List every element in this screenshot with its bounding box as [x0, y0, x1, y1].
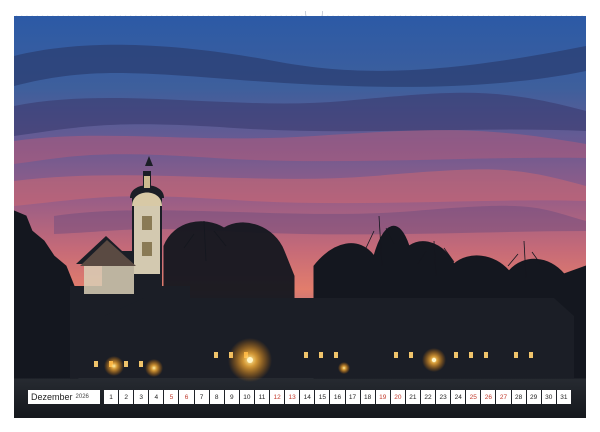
month-year: 2026	[75, 394, 89, 400]
day-cell: 22	[420, 390, 436, 404]
day-cell: 31	[556, 390, 571, 404]
photo-church-dusk	[14, 16, 586, 418]
day-cell: 9	[224, 390, 239, 404]
day-cells: 1 2 3 4 5 6 7 8 9 10 11 12 13 14 15 16 17 18 19 20 21 22 23 24 2…	[104, 390, 572, 404]
month-label: Dezember 2026	[28, 390, 100, 404]
day-cell: 25	[466, 390, 481, 404]
day-cell: 3	[134, 390, 149, 404]
day-cell: 30	[541, 390, 556, 404]
day-cell: 1	[104, 390, 119, 404]
month-name: Dezember	[31, 392, 73, 402]
day-cell: 14	[300, 390, 315, 404]
day-cell: 6	[179, 390, 194, 404]
day-cell: 15	[315, 390, 330, 404]
day-cell: 19	[375, 390, 390, 404]
day-cell: 20	[390, 390, 405, 404]
day-cell: 21	[405, 390, 420, 404]
day-cell: 26	[481, 390, 496, 404]
day-cell: 13	[285, 390, 300, 404]
day-cell: 27	[496, 390, 511, 404]
day-cell: 18	[360, 390, 375, 404]
day-cell: 4	[149, 390, 164, 404]
photo-svg	[14, 16, 586, 418]
day-cell: 16	[330, 390, 345, 404]
calendar-strip: Dezember 2026 1 2 3 4 5 6 7 8 9 10 11 12 13 14 15 16 17 1…	[28, 390, 572, 404]
day-cell: 10	[239, 390, 254, 404]
day-cell: 17	[345, 390, 360, 404]
day-cell: 12	[270, 390, 285, 404]
day-cell: 23	[436, 390, 451, 404]
day-cell: 2	[119, 390, 134, 404]
day-cell: 29	[526, 390, 541, 404]
day-cell: 7	[194, 390, 209, 404]
day-cell: 11	[254, 390, 270, 404]
day-cell: 8	[209, 390, 224, 404]
day-cell: 5	[164, 390, 179, 404]
day-cell: 24	[451, 390, 466, 404]
day-cell: 28	[511, 390, 526, 404]
